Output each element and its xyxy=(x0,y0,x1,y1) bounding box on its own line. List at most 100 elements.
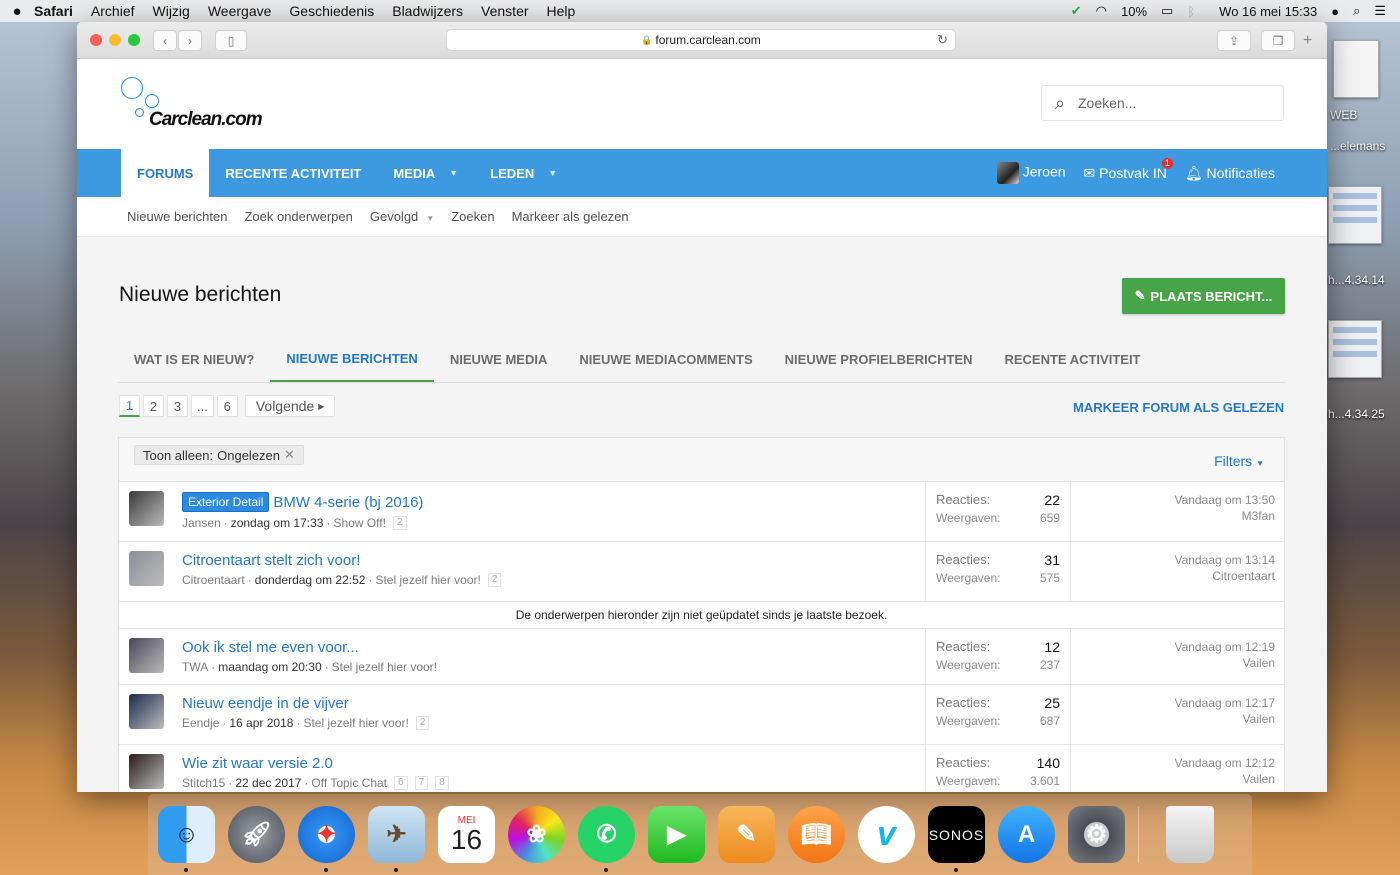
tab-nieuwe-profielberichten[interactable]: NIEUWE PROFIELBERICHTEN xyxy=(769,336,989,382)
wifi-icon[interactable]: ◠ xyxy=(1096,3,1107,19)
thread-forum[interactable]: Stel jezelf hier voor! xyxy=(375,573,480,587)
subnav-zoeken[interactable]: Zoeken xyxy=(451,209,494,224)
subnav-gevolgd[interactable]: Gevolgd ▼ xyxy=(370,209,434,224)
thread-title-link[interactable]: Nieuw eendje in de vijver xyxy=(182,695,349,712)
last-post-user[interactable]: Vailen xyxy=(1174,771,1275,787)
close-button[interactable] xyxy=(90,34,102,46)
avatar[interactable] xyxy=(129,638,164,673)
thread-forum[interactable]: Off Topic Chat xyxy=(311,776,387,790)
thread-forum[interactable]: Show Off! xyxy=(333,516,385,530)
dock-ibooks-icon[interactable]: 📖︎ xyxy=(788,806,845,863)
last-post-date[interactable]: Vandaag om 13:50 xyxy=(1174,492,1275,508)
dock-facetime-icon[interactable]: ▶ xyxy=(648,806,705,863)
spotlight-icon[interactable]: ⌕ xyxy=(1353,3,1360,19)
thread-date[interactable]: 22 dec 2017 xyxy=(235,776,301,790)
share-icon[interactable]: ⇪ xyxy=(1217,30,1251,51)
last-post-date[interactable]: Vandaag om 12:19 xyxy=(1174,639,1275,655)
reload-icon[interactable]: ↻ xyxy=(937,32,948,48)
notifications-link[interactable]: 🔔︎ Notificaties xyxy=(1185,165,1275,182)
new-tab-icon[interactable]: + xyxy=(1303,32,1312,50)
desktop-screenshot-thumb[interactable] xyxy=(1328,320,1382,378)
forward-button[interactable]: › xyxy=(178,30,202,51)
thread-title-link[interactable]: Citroentaart stelt zich voor! xyxy=(182,552,360,569)
thread-forum[interactable]: Stel jezelf hier voor! xyxy=(332,660,437,674)
last-post-date[interactable]: Vandaag om 12:17 xyxy=(1174,695,1275,711)
battery-icon[interactable]: ▭ xyxy=(1161,3,1173,19)
thread-author[interactable]: Eendje xyxy=(182,716,219,730)
tabs-overview-icon[interactable]: ❐ xyxy=(1261,30,1295,51)
bluetooth-icon[interactable]: ᛒ xyxy=(1187,4,1195,19)
page-link[interactable]: 6 xyxy=(216,395,238,417)
thread-forum[interactable]: Stel jezelf hier voor! xyxy=(303,716,408,730)
subnav-nieuwe-berichten[interactable]: Nieuwe berichten xyxy=(127,209,227,224)
dock-system-preferences-icon[interactable]: ⚙ xyxy=(1068,806,1125,863)
notification-center-icon[interactable]: ☰ xyxy=(1374,3,1386,19)
thread-page-link[interactable]: 2 xyxy=(415,716,430,730)
chevron-down-icon[interactable]: ▼ xyxy=(449,168,458,178)
thread-author[interactable]: Citroentaart xyxy=(182,573,245,587)
last-post-user[interactable]: M3fan xyxy=(1174,508,1275,524)
dock-sonos-icon[interactable]: SONOS xyxy=(928,806,985,872)
tab-wat-is-er-nieuw[interactable]: WAT IS ER NIEUW? xyxy=(118,336,270,382)
post-thread-button[interactable]: ✎ PLAATS BERICHT... xyxy=(1122,278,1285,314)
next-page-button[interactable]: Volgende ▶ xyxy=(244,395,336,417)
tab-nieuwe-media[interactable]: NIEUWE MEDIA xyxy=(434,336,564,382)
menu-app-name[interactable]: Safari xyxy=(34,3,73,19)
site-logo[interactable]: Carclean.com xyxy=(121,77,281,137)
page-ellipsis[interactable]: ... xyxy=(191,395,214,417)
avatar[interactable] xyxy=(129,754,164,789)
tab-nieuwe-berichten[interactable]: NIEUWE BERICHTEN xyxy=(270,336,434,382)
page-link[interactable]: 3 xyxy=(167,395,188,417)
last-post-date[interactable]: Vandaag om 13:14 xyxy=(1174,552,1275,568)
avatar[interactable] xyxy=(129,491,164,526)
thread-page-link[interactable]: 2 xyxy=(487,573,502,587)
dock-safari-icon[interactable]: ✦ xyxy=(298,806,355,872)
thread-page-link[interactable]: 8 xyxy=(435,776,449,790)
thread-prefix-badge[interactable]: Exterior Detail xyxy=(182,492,270,512)
last-post-user[interactable]: Citroentaart xyxy=(1174,568,1275,584)
page-link[interactable]: 2 xyxy=(143,395,164,417)
dock-calendar-icon[interactable]: MEI 16 xyxy=(438,806,495,863)
thread-date[interactable]: donderdag om 22:52 xyxy=(255,573,366,587)
dock-whatsapp-icon[interactable]: ✆ xyxy=(578,806,635,872)
thread-date[interactable]: 16 apr 2018 xyxy=(229,716,293,730)
thread-author[interactable]: Jansen xyxy=(182,516,221,530)
menu-weergave[interactable]: Weergave xyxy=(208,3,272,19)
thread-page-link[interactable]: 2 xyxy=(392,516,407,530)
filter-chip[interactable]: Toon alleen: Ongelezen ✕ xyxy=(134,445,304,465)
filters-dropdown[interactable]: Filters ▼ xyxy=(1214,453,1264,469)
dock-trash-icon[interactable] xyxy=(1166,806,1214,863)
subnav-markeer-gelezen[interactable]: Markeer als gelezen xyxy=(512,209,629,224)
thread-author[interactable]: Stitch15 xyxy=(182,776,225,790)
apple-menu-icon[interactable]: ● xyxy=(0,3,34,20)
last-post-date[interactable]: Vandaag om 12:12 xyxy=(1174,755,1275,771)
tab-recente-activiteit[interactable]: RECENTE ACTIVITEIT xyxy=(209,149,377,197)
search-input[interactable]: ⌕ Zoeken... xyxy=(1041,85,1284,121)
dock-photos-icon[interactable]: ❀ xyxy=(508,806,565,863)
inbox-link[interactable]: ✉ Postvak IN 1 xyxy=(1084,157,1173,182)
back-button[interactable]: ‹ xyxy=(153,30,177,51)
thread-page-link[interactable]: 6 xyxy=(394,776,408,790)
thread-title-link[interactable]: Ook ik stel me even voor... xyxy=(182,639,359,656)
menu-archief[interactable]: Archief xyxy=(91,3,135,19)
zoom-button[interactable] xyxy=(128,34,140,46)
dock-vimeo-icon[interactable]: v xyxy=(858,806,915,863)
desktop-file-icon[interactable] xyxy=(1333,40,1379,98)
thread-date[interactable]: maandag om 20:30 xyxy=(218,660,321,674)
avatar[interactable] xyxy=(129,694,164,729)
tab-forums[interactable]: FORUMS xyxy=(121,149,210,197)
sidebar-toggle-icon[interactable]: ▯ xyxy=(215,30,247,51)
dock-pages-icon[interactable]: ✎ xyxy=(718,806,775,863)
user-menu[interactable]: Jeroen xyxy=(996,162,1066,184)
tab-leden[interactable]: LEDEN ▼ xyxy=(474,149,573,197)
thread-date[interactable]: zondag om 17:33 xyxy=(231,516,324,530)
thread-page-link[interactable]: 7 xyxy=(414,776,429,790)
dock-finder-icon[interactable]: ☺ xyxy=(158,806,215,872)
tab-nieuwe-mediacomments[interactable]: NIEUWE MEDIACOMMENTS xyxy=(563,336,768,382)
last-post-user[interactable]: Vailen xyxy=(1174,711,1275,727)
avatar[interactable] xyxy=(129,551,164,586)
menu-help[interactable]: Help xyxy=(547,3,576,19)
mark-forum-read-link[interactable]: MARKEER FORUM ALS GELEZEN xyxy=(1073,400,1284,415)
page-link[interactable]: 1 xyxy=(119,395,140,417)
menu-bladwijzers[interactable]: Bladwijzers xyxy=(392,3,463,19)
